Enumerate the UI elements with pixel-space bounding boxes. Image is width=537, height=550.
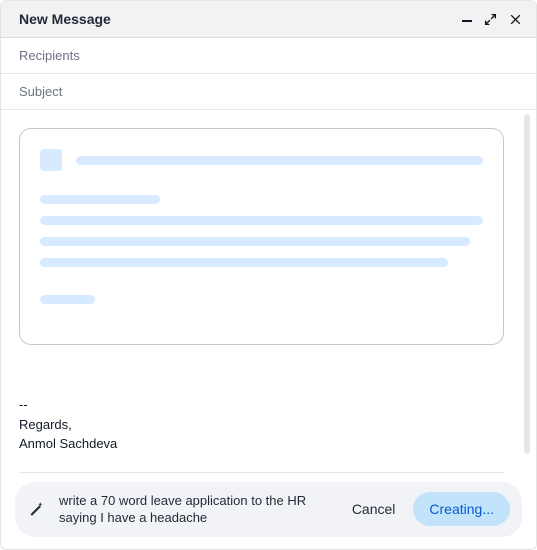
fullscreen-icon[interactable] [484,13,497,26]
skeleton-avatar [40,149,62,171]
ai-prompt-bar: write a 70 word leave application to the… [15,482,522,537]
loading-skeleton [19,128,504,345]
subject-field[interactable]: Subject [1,74,536,110]
compose-header: New Message [1,1,536,38]
header-actions [462,13,522,26]
skeleton-line [76,156,483,165]
skeleton-line [40,195,160,204]
cancel-button[interactable]: Cancel [346,495,402,523]
signature-line1: Regards, [19,415,504,435]
compose-title: New Message [19,11,111,27]
signature-line2: Anmol Sachdeva [19,434,504,454]
minimize-icon[interactable] [462,20,472,22]
recipients-field[interactable]: Recipients [1,38,536,74]
skeleton-line [40,237,470,246]
skeleton-line [40,295,95,304]
skeleton-line [40,216,483,225]
scrollbar[interactable] [524,114,530,454]
creating-button[interactable]: Creating... [413,492,510,526]
signature-sep: -- [19,395,504,415]
prompt-text[interactable]: write a 70 word leave application to the… [59,492,334,527]
skeleton-line [40,258,448,267]
magic-pen-icon [29,500,47,518]
divider [19,472,504,473]
signature-block: -- Regards, Anmol Sachdeva [19,395,504,454]
compose-window: New Message Recipients Subject [0,0,537,550]
close-icon[interactable] [509,13,522,26]
